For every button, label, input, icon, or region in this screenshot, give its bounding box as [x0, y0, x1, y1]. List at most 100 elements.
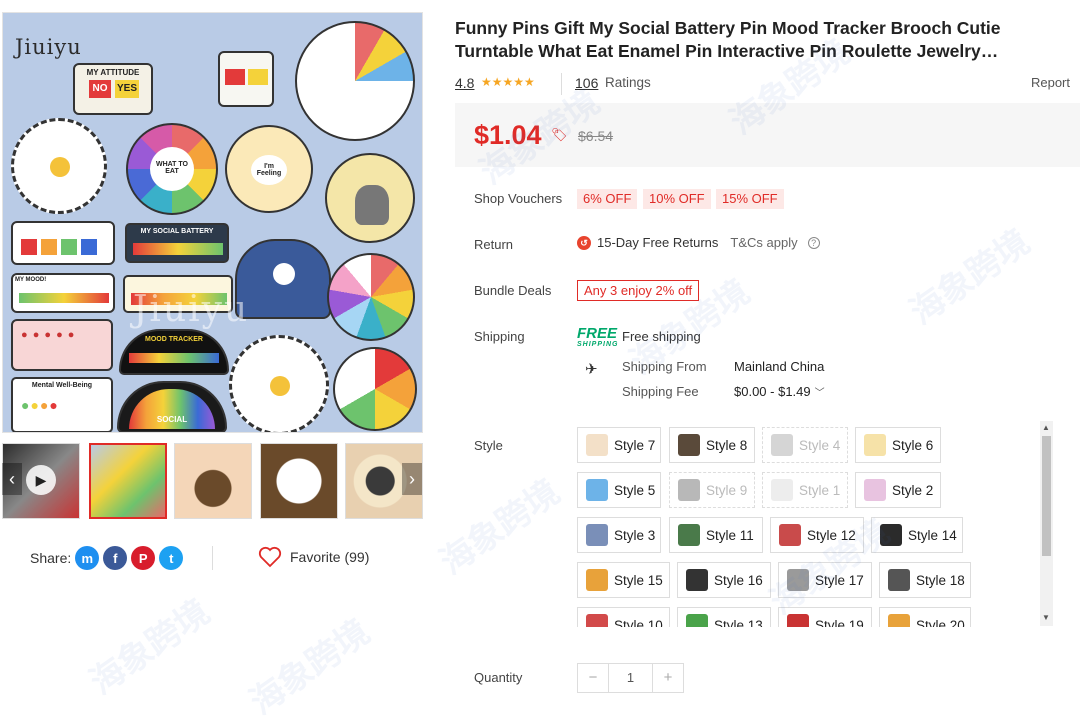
voucher-15-off[interactable]: 15% OFF	[716, 189, 784, 209]
scrollbar-thumb[interactable]	[1042, 436, 1051, 556]
style-option[interactable]: Style 19	[778, 607, 872, 627]
thumbnail-4[interactable]	[260, 443, 338, 519]
voucher-10-off[interactable]: 10% OFF	[643, 189, 711, 209]
style-option[interactable]: Style 7	[577, 427, 661, 463]
battery-red	[21, 239, 37, 255]
style-option[interactable]: Style 6	[855, 427, 941, 463]
style-option[interactable]: Style 20	[879, 607, 971, 627]
style-option[interactable]: Style 9	[669, 472, 755, 508]
style-option[interactable]: Style 13	[677, 607, 771, 627]
favorite-button[interactable]: Favorite (99)	[258, 546, 369, 568]
style-option[interactable]: Style 3	[577, 517, 661, 553]
daisy-bottom-center	[270, 376, 290, 396]
battery-blue	[81, 239, 97, 255]
style-scrollbar[interactable]: ▲ ▼	[1040, 421, 1053, 626]
scroll-up-icon[interactable]: ▲	[1042, 423, 1050, 432]
shipping-label: Shipping	[474, 329, 525, 344]
style-option[interactable]: Style 17	[778, 562, 872, 598]
style-option[interactable]: Style 4	[762, 427, 848, 463]
image-watermark-text: Jiuiyu	[133, 289, 250, 330]
voucher-6-off[interactable]: 6% OFF	[577, 189, 638, 209]
style-option[interactable]: Style 11	[669, 517, 763, 553]
shipping-fee-dropdown[interactable]: $0.00 - $1.49 ﹀	[734, 384, 825, 399]
style-option-label: Style 8	[706, 437, 748, 453]
pin-cats	[325, 153, 415, 243]
page-watermark: 海象跨境	[433, 472, 567, 582]
style-swatch	[888, 614, 910, 627]
help-icon[interactable]: ?	[807, 236, 820, 249]
rating-row: 4.8 ★★★★★ 106 Ratings Report	[455, 73, 1075, 95]
style-swatch	[678, 524, 700, 546]
style-option[interactable]: Style 2	[855, 472, 941, 508]
quantity-minus-button[interactable]: −	[578, 664, 608, 692]
style-option[interactable]: Style 8	[669, 427, 755, 463]
style-swatch	[864, 434, 886, 456]
feeling-center: I'm Feeling	[251, 155, 287, 185]
daisy-center	[50, 157, 70, 177]
shipping-from-label: Shipping From	[622, 359, 707, 374]
quantity-plus-button[interactable]: +	[653, 664, 683, 692]
pin-mood-tracker: MOOD TRACKER	[119, 329, 229, 375]
style-option[interactable]: Style 1	[762, 472, 848, 508]
style-swatch	[586, 434, 608, 456]
main-product-image[interactable]: Jiuiyu MY ATTITUDE NO YES WHAT TO EAT I'…	[2, 12, 423, 433]
bundle-deal-tag[interactable]: Any 3 enjoy 2% off	[577, 280, 700, 301]
pin-yes-tile-2	[248, 69, 268, 85]
return-text: 15-Day Free Returns	[597, 235, 719, 250]
style-option-label: Style 11	[706, 527, 754, 543]
style-option[interactable]: Style 16	[677, 562, 771, 598]
style-option[interactable]: Style 15	[577, 562, 670, 598]
emoji-row: ● ● ● ● ●	[21, 329, 76, 341]
pin-daisy-bottom	[229, 335, 329, 432]
my-mood-label: MY MOOD!	[15, 277, 47, 283]
style-option-label: Style 7	[614, 437, 656, 453]
pin-no-tile: NO	[89, 80, 111, 98]
page-watermark: 海象跨境	[903, 222, 1037, 332]
style-swatch	[586, 614, 608, 627]
scroll-down-icon[interactable]: ▼	[1042, 613, 1050, 622]
style-option[interactable]: Style 14	[871, 517, 963, 553]
twitter-icon[interactable]: t	[159, 546, 184, 570]
page-watermark: 海象跨境	[243, 612, 377, 716]
style-swatch	[787, 614, 809, 627]
battery-green	[61, 239, 77, 255]
quantity-input[interactable]: 1	[608, 664, 653, 692]
messenger-icon[interactable]: m	[75, 546, 100, 570]
style-option[interactable]: Style 18	[879, 562, 971, 598]
pin-no-tile-2	[225, 69, 245, 85]
thumbnail-strip: ‹ › ▶	[2, 441, 423, 521]
rating-count[interactable]: 106	[575, 75, 598, 91]
style-option[interactable]: Style 10	[577, 607, 670, 627]
rating-score[interactable]: 4.8	[455, 75, 474, 91]
tc-link[interactable]: T&Cs apply	[730, 235, 797, 250]
play-icon[interactable]: ▶	[26, 465, 56, 495]
pin-my-mood: MY MOOD!	[11, 273, 115, 313]
well-being-faces: ●●●●	[21, 397, 59, 413]
current-price: $1.04	[474, 120, 542, 150]
thumbnail-2[interactable]	[89, 443, 167, 519]
bundle-label: Bundle Deals	[474, 283, 552, 298]
free-badge-text: FREE	[577, 325, 618, 342]
style-option-label: Style 14	[908, 527, 957, 543]
airplane-icon: ✈	[585, 361, 598, 378]
pinterest-icon[interactable]: P	[131, 546, 156, 570]
style-option[interactable]: Style 12	[770, 517, 864, 553]
style-option-label: Style 15	[614, 572, 663, 588]
chevron-down-icon: ﹀	[814, 388, 825, 399]
pin-rainbow-roulette	[333, 347, 417, 431]
report-link[interactable]: Report	[1031, 75, 1070, 90]
page-watermark: 海象跨境	[83, 592, 217, 702]
style-option[interactable]: Style 5	[577, 472, 661, 508]
facebook-icon[interactable]: f	[103, 546, 128, 570]
style-swatch	[586, 569, 608, 591]
style-option-label: Style 16	[714, 572, 763, 588]
gallery-next-arrow[interactable]: ›	[402, 463, 422, 495]
style-label: Style	[474, 438, 503, 453]
mood-tracker-label: MOOD TRACKER	[145, 336, 203, 343]
thumbnail-3[interactable]	[174, 443, 252, 519]
style-swatch	[880, 524, 902, 546]
share-row: Share: m f P t	[30, 546, 184, 570]
share-divider	[212, 546, 213, 570]
gallery-prev-arrow[interactable]: ‹	[2, 463, 22, 495]
style-swatch	[586, 524, 608, 546]
